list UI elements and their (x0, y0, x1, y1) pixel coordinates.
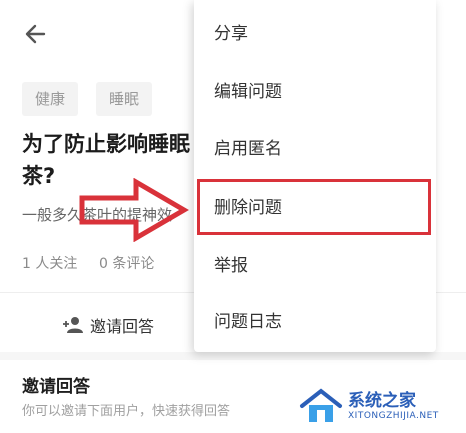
watermark: 系统之家 XITONGZHIJIA.NET (298, 383, 458, 429)
house-logo-icon (300, 388, 342, 422)
add-person-icon (63, 317, 83, 333)
back-button[interactable] (22, 20, 50, 48)
overflow-menu: 分享 编辑问题 启用匿名 删除问题 举报 问题日志 (194, 0, 436, 352)
section-divider (0, 352, 466, 360)
tag-sleep[interactable]: 睡眠 (96, 82, 153, 116)
tag-health[interactable]: 健康 (22, 82, 79, 116)
annotation-arrow (79, 178, 189, 242)
menu-item-edit-question[interactable]: 编辑问题 (194, 64, 436, 120)
comments-count[interactable]: 0 条评论 (99, 253, 154, 273)
annotation-highlight-box (197, 179, 431, 235)
menu-item-question-log[interactable]: 问题日志 (194, 294, 436, 350)
followers-count[interactable]: 1 人关注 (22, 253, 77, 273)
arrow-left-icon (25, 24, 46, 44)
watermark-url: XITONGZHIJIA.NET (348, 411, 439, 421)
watermark-title: 系统之家 (348, 391, 416, 411)
invite-section-title: 邀请回答 (22, 377, 90, 397)
menu-item-share[interactable]: 分享 (194, 6, 436, 62)
invite-answer-button[interactable]: 邀请回答 (62, 310, 154, 340)
invite-section-subtitle: 你可以邀请下面用户，快速获得回答 (22, 404, 231, 419)
menu-item-enable-anonymous[interactable]: 启用匿名 (194, 121, 436, 177)
invite-answer-label: 邀请回答 (90, 317, 155, 336)
menu-item-report[interactable]: 举报 (194, 238, 436, 294)
